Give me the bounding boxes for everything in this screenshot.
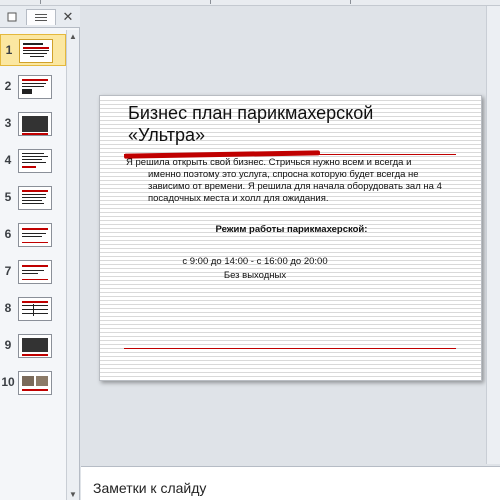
- slide-canvas[interactable]: Бизнес план парикмахерской «Ультра» Я ре…: [99, 95, 482, 381]
- scroll-up-icon[interactable]: ▲: [67, 30, 79, 42]
- background-line: [100, 344, 481, 345]
- slide-thumbnail-4[interactable]: 4: [0, 145, 66, 177]
- red-accent-line-top: [124, 154, 456, 155]
- background-line: [100, 248, 481, 249]
- tab-outline[interactable]: [26, 9, 56, 25]
- slide-thumbnail-6[interactable]: 6: [0, 219, 66, 251]
- background-line: [100, 360, 481, 361]
- background-line: [100, 316, 481, 317]
- background-line: [100, 300, 481, 301]
- slide-thumbnail-10[interactable]: 10: [0, 367, 66, 399]
- background-line: [100, 380, 482, 381]
- slide-number: 4: [4, 153, 12, 167]
- slide-preview: [18, 297, 52, 321]
- red-accent-line-bottom: [124, 348, 456, 349]
- notes-pane[interactable]: Заметки к слайду: [81, 466, 500, 500]
- square-icon: [7, 12, 17, 22]
- background-line: [100, 292, 481, 293]
- pane-tabs: ✕: [0, 6, 80, 28]
- slide-preview: [19, 39, 53, 63]
- thumbnail-list: 1 2 3 4 5 6 7 8 9 10: [0, 30, 66, 500]
- background-line: [100, 332, 481, 333]
- background-line: [100, 244, 481, 245]
- slide-number: 2: [4, 79, 12, 93]
- slide-number: 8: [4, 301, 12, 315]
- background-line: [100, 340, 481, 341]
- slide-number: 5: [4, 190, 12, 204]
- scroll-down-icon[interactable]: ▼: [67, 488, 79, 500]
- background-line: [100, 240, 481, 241]
- slide-editor: Бизнес план парикмахерской «Ультра» Я ре…: [81, 6, 500, 464]
- ruler-tick: [40, 0, 41, 4]
- background-line: [100, 236, 481, 237]
- background-line: [100, 208, 481, 209]
- background-line: [100, 252, 481, 253]
- slide-preview: [18, 371, 52, 395]
- slide-thumbnail-3[interactable]: 3: [0, 108, 66, 140]
- slide-preview: [18, 223, 52, 247]
- schedule-heading[interactable]: Режим работы парикмахерской:: [100, 224, 481, 235]
- body-text-first-line: Я решила открыть свой бизнес. Стричься н…: [126, 157, 412, 168]
- slide-number: 6: [4, 227, 12, 241]
- ruler-tick: [350, 0, 351, 4]
- slide-preview: [18, 334, 52, 358]
- slide-preview: [18, 260, 52, 284]
- slide-preview: [18, 75, 52, 99]
- background-line: [100, 352, 481, 353]
- background-line: [100, 320, 481, 321]
- background-line: [100, 324, 481, 325]
- schedule-days[interactable]: Без выходных: [100, 270, 410, 281]
- slides-pane: ✕ 1 2 3 4 5 6 7 8 9 10 ▲ ▼: [0, 6, 80, 500]
- background-line: [100, 372, 481, 373]
- background-line: [100, 220, 481, 221]
- background-line: [100, 336, 481, 337]
- background-line: [100, 356, 481, 357]
- background-line: [100, 364, 481, 365]
- background-line: [100, 312, 481, 313]
- close-icon: ✕: [62, 9, 74, 24]
- thumbnail-scrollbar[interactable]: ▲ ▼: [66, 30, 79, 500]
- notes-placeholder[interactable]: Заметки к слайду: [93, 480, 206, 496]
- background-line: [100, 304, 481, 305]
- background-line: [100, 100, 481, 101]
- slide-number: 3: [4, 116, 12, 130]
- schedule-hours[interactable]: с 9:00 до 14:00 - с 16:00 до 20:00: [100, 256, 410, 267]
- background-line: [100, 328, 481, 329]
- tab-slides[interactable]: [2, 9, 22, 25]
- background-line: [100, 368, 481, 369]
- background-line: [100, 268, 481, 269]
- background-line: [100, 284, 481, 285]
- slide-number: 1: [5, 43, 13, 57]
- close-pane-button[interactable]: ✕: [60, 9, 76, 25]
- slide-thumbnail-1[interactable]: 1: [0, 34, 66, 66]
- slide-thumbnail-8[interactable]: 8: [0, 293, 66, 325]
- slide-preview: [18, 112, 52, 136]
- slide-title[interactable]: Бизнес план парикмахерской «Ультра»: [128, 102, 468, 146]
- slide-number: 7: [4, 264, 12, 278]
- background-line: [100, 376, 481, 377]
- background-line: [100, 288, 481, 289]
- slide-preview: [18, 149, 52, 173]
- body-text-rest: именно поэтому это услуга, спросна котор…: [148, 169, 442, 204]
- editor-scrollbar[interactable]: [486, 6, 500, 464]
- background-line: [100, 308, 481, 309]
- slide-number: 9: [4, 338, 12, 352]
- background-line: [100, 296, 481, 297]
- list-icon: [35, 13, 47, 21]
- slide-number: 10: [1, 375, 15, 389]
- slide-preview: [18, 186, 52, 210]
- slide-thumbnail-9[interactable]: 9: [0, 330, 66, 362]
- slide-body-text[interactable]: Я решила открыть свой бизнес. Стричься н…: [126, 157, 456, 205]
- slide-thumbnail-5[interactable]: 5: [0, 182, 66, 214]
- slide-thumbnail-2[interactable]: 2: [0, 71, 66, 103]
- ruler-tick: [210, 0, 211, 4]
- slide-thumbnail-7[interactable]: 7: [0, 256, 66, 288]
- background-line: [100, 216, 481, 217]
- background-line: [100, 148, 481, 149]
- background-line: [100, 212, 481, 213]
